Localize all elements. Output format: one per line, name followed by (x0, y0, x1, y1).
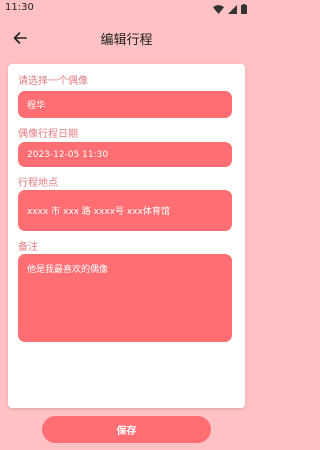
date-value: 2023-12-05 11:30 (27, 149, 109, 160)
page-title: 编辑行程 (100, 33, 153, 48)
wifi-icon (213, 4, 224, 14)
location-value: xxxx 市 xxx 路 xxxx号 xxx体育馆 (27, 207, 170, 217)
app-bar: 编辑行程 (0, 18, 253, 58)
status-time: 11:30 (5, 2, 34, 13)
idol-select[interactable]: 程华 (18, 91, 232, 118)
idol-value: 程华 (27, 101, 46, 111)
note-textarea[interactable]: 他是我最喜欢的偶像 (18, 254, 232, 342)
date-picker-field[interactable]: 2023-12-05 11:30 (18, 142, 232, 167)
save-button-label: 保存 (116, 426, 137, 437)
note-label: 备注 (18, 242, 38, 253)
cellular-signal-icon (228, 4, 237, 14)
status-icons (213, 4, 247, 14)
battery-icon (241, 4, 247, 14)
idol-label: 请选择一个偶像 (18, 76, 88, 87)
note-value: 他是我最喜欢的偶像 (27, 265, 109, 275)
form-card: 请选择一个偶像 程华 偶像行程日期 2023-12-05 11:30 行程地点 … (8, 64, 245, 408)
save-button[interactable]: 保存 (42, 416, 211, 443)
date-label: 偶像行程日期 (18, 129, 78, 140)
status-bar: 11:30 (0, 0, 253, 18)
location-input[interactable]: xxxx 市 xxx 路 xxxx号 xxx体育馆 (18, 190, 232, 231)
location-label: 行程地点 (18, 178, 58, 189)
